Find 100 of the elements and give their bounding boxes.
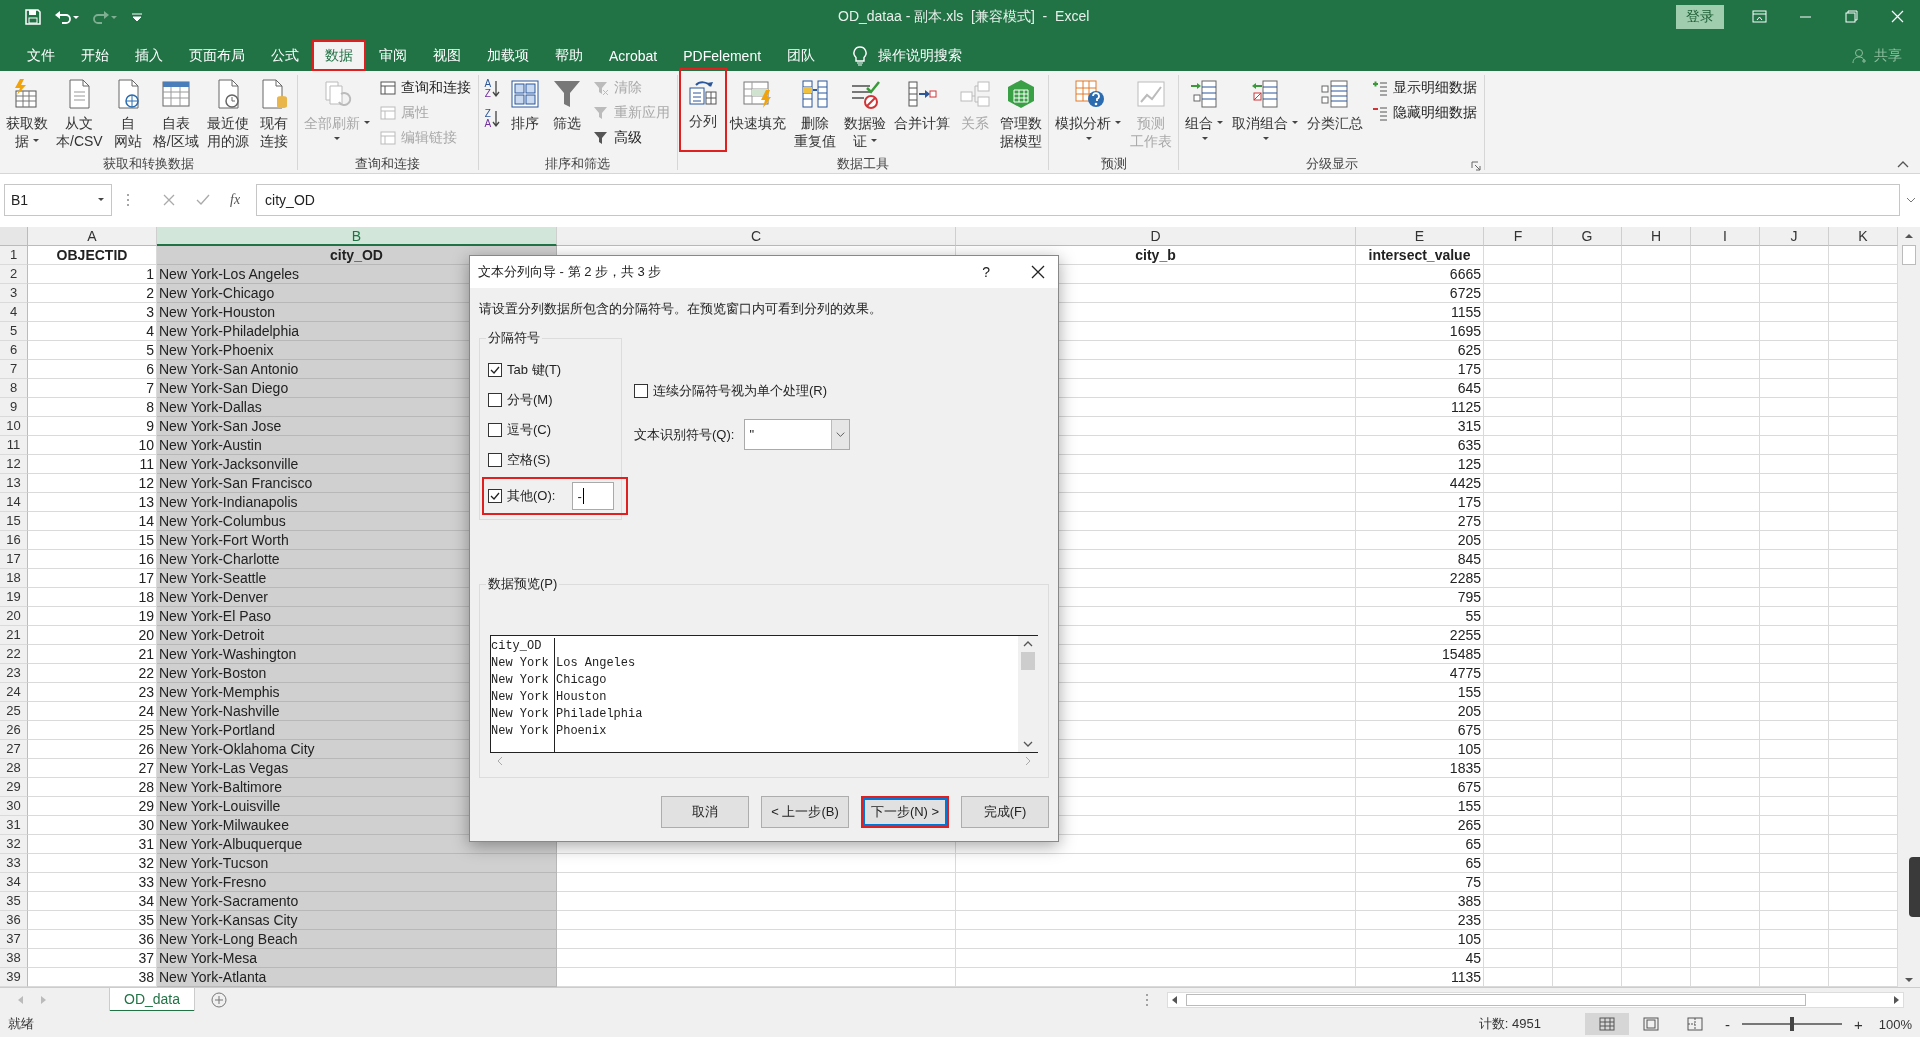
ribbon-button[interactable]: 删除 重复值 (791, 75, 840, 155)
drag-handle-icon[interactable] (1145, 992, 1149, 1007)
group-label: 获取和转换数据 (102, 155, 194, 173)
close-icon[interactable] (1030, 264, 1046, 280)
ribbon-tab[interactable]: 团队 (774, 40, 829, 71)
column-header[interactable]: E (1356, 226, 1484, 246)
view-button[interactable] (1585, 1013, 1629, 1035)
cancel-icon[interactable] (162, 192, 176, 207)
select-all-corner[interactable] (0, 226, 28, 246)
formula-field[interactable]: city_OD (256, 184, 1900, 216)
column-header[interactable]: D (956, 226, 1356, 246)
scrollbar-thumb[interactable] (1186, 993, 1806, 1006)
ribbon-button[interactable]: 合并计算 (891, 75, 954, 155)
ribbon-tab[interactable]: 页面布局 (176, 40, 258, 71)
ribbon-tab[interactable]: 视图 (420, 40, 474, 71)
ribbon-button[interactable]: 取消组合 (1229, 75, 1303, 155)
ribbon-button[interactable]: 从文 本/CSV (53, 75, 106, 155)
ribbon-button[interactable]: 自表 格/区域 (149, 75, 202, 155)
ribbon-tab[interactable]: 文件 (14, 40, 68, 71)
ribbon-button[interactable]: 快速填充 (727, 75, 790, 155)
ribbon-button[interactable]: 组合 (1182, 75, 1228, 155)
sort-button[interactable]: Z A (481, 109, 504, 129)
table-cell: 635 (1356, 435, 1484, 455)
ribbon-button[interactable]: 现有 连接 (253, 75, 294, 155)
insert-function-button[interactable]: fx (230, 191, 241, 208)
save-icon[interactable] (24, 8, 42, 26)
ribbon-button[interactable]: 模拟分析 (1052, 75, 1126, 155)
help-button[interactable]: ? (982, 264, 990, 280)
ribbon-tab[interactable]: 数据 (312, 40, 366, 71)
empty-cell (1691, 663, 1760, 683)
column-header[interactable]: C (557, 226, 956, 246)
dialog-button[interactable]: < 上一步(B) (761, 796, 849, 828)
ribbon-button[interactable]: 获取数 据 (3, 75, 51, 155)
ribbon-button[interactable]: 显示明细数据 (1368, 77, 1482, 99)
ribbon-tab[interactable]: 开始 (68, 40, 122, 71)
ribbon-button[interactable]: 分类汇总 (1304, 75, 1367, 155)
zoom-out-button[interactable]: - (1717, 1015, 1738, 1033)
ribbon-tab[interactable]: PDFelement (670, 40, 775, 71)
ribbon-tab[interactable]: 插入 (122, 40, 176, 71)
column-header[interactable]: K (1829, 226, 1898, 246)
ribbon-button[interactable]: 分列 (681, 70, 726, 150)
add-sheet-icon[interactable] (210, 990, 229, 1009)
column-header[interactable]: A (28, 226, 157, 246)
column-header[interactable]: G (1553, 226, 1622, 246)
ribbon-tab[interactable]: Acrobat (596, 40, 671, 71)
scrollbar-thumb[interactable] (1902, 244, 1916, 265)
column-header[interactable]: F (1484, 226, 1553, 246)
ribbon-button[interactable]: 最近使 用的源 (203, 75, 252, 155)
checkbox-label[interactable]: 连续分隔符号视为单个处理(R) (653, 381, 828, 400)
checkbox[interactable] (634, 383, 648, 398)
checkbox[interactable] (488, 362, 502, 377)
ribbon-tab[interactable]: 帮助 (542, 40, 596, 71)
ribbon-button[interactable]: 高级 (589, 127, 675, 149)
dialog-button[interactable]: 完成(F) (961, 796, 1049, 828)
tell-me-search[interactable]: 操作说明搜索 (852, 45, 963, 66)
preview-cell: New York (491, 723, 555, 740)
drag-handle-icon[interactable] (126, 192, 130, 207)
dialog-button[interactable]: 取消 (661, 796, 749, 828)
minus-list-icon (1372, 105, 1389, 121)
scrollbar-thumb[interactable] (1021, 652, 1035, 670)
column-header[interactable]: I (1691, 226, 1760, 246)
sort-button[interactable]: A Z (481, 79, 504, 99)
dialog-launcher-icon[interactable] (1471, 161, 1482, 171)
expand-icon[interactable] (1906, 195, 1916, 204)
collapse-ribbon-icon[interactable] (1896, 159, 1910, 169)
dialog-button[interactable]: 下一步(N) > (861, 796, 949, 828)
ribbon-button[interactable]: 管理数 据模型 (997, 75, 1046, 155)
ribbon-button[interactable]: 自 网站 (107, 75, 148, 155)
sign-in-button[interactable]: 登录 (1676, 5, 1724, 29)
dropdown[interactable]: " (744, 419, 851, 450)
caret-icon (1216, 120, 1225, 126)
slider-thumb[interactable] (1790, 1017, 1794, 1031)
input-field[interactable]: - (572, 482, 615, 510)
checkbox[interactable] (488, 392, 502, 407)
column-header[interactable]: J (1760, 226, 1829, 246)
column-header[interactable]: B (157, 226, 557, 246)
zoom-in-button[interactable]: + (1846, 1015, 1871, 1033)
ribbon-tab[interactable]: 审阅 (366, 40, 420, 71)
ribbon-button[interactable]: 排序 (505, 75, 546, 155)
ribbon-button[interactable]: 隐藏明细数据 (1368, 102, 1482, 124)
column-header[interactable]: H (1622, 226, 1691, 246)
sheet-tab[interactable]: OD_data (110, 987, 195, 1012)
empty-cell (1691, 245, 1760, 265)
empty-cell (1691, 340, 1760, 360)
checkbox[interactable] (488, 452, 502, 467)
ribbon-button[interactable]: 查询和连接 (375, 77, 475, 99)
ribbon-button[interactable]: 数据验 证 (841, 75, 890, 155)
sort-icon (509, 78, 542, 110)
horizontal-scrollbar[interactable] (1167, 991, 1904, 1008)
ribbon-tab[interactable]: 加载项 (474, 40, 542, 71)
empty-cell (1622, 568, 1691, 588)
ribbon-button[interactable]: 筛选 (547, 75, 588, 155)
checkbox[interactable] (488, 489, 502, 503)
enter-icon[interactable] (196, 192, 210, 207)
empty-cell (1622, 663, 1691, 683)
name-box[interactable]: B1 (4, 184, 112, 216)
undo-icon[interactable] (54, 8, 80, 26)
checkbox[interactable] (488, 422, 502, 437)
ribbon-tab[interactable]: 公式 (258, 40, 312, 71)
zoom-level[interactable]: 100% (1878, 1016, 1912, 1032)
